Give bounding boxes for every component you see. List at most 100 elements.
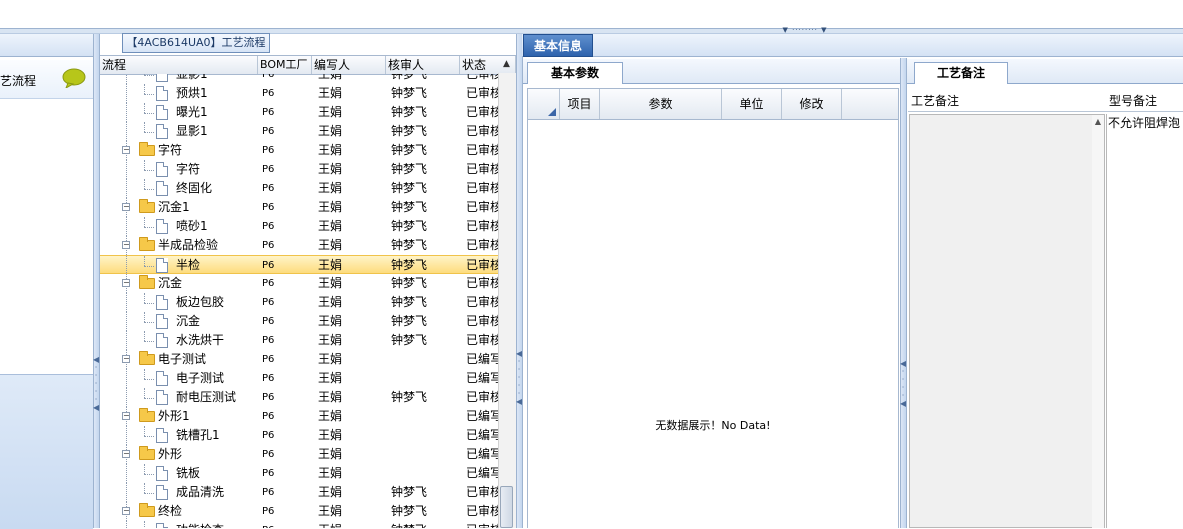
model-remark-input[interactable] [1106,114,1183,528]
tree-collapse-icon[interactable]: − [122,146,130,154]
col-header-item[interactable]: 项目 [560,89,600,119]
tree-row-author: 王娟 [318,74,343,81]
tree-row-name: 耐电压测试 [176,390,237,404]
tree-row-bom: P6 [262,335,275,346]
col-header-author[interactable]: 编写人 [312,56,386,74]
tree-row-status: 已审核 [466,314,498,328]
tree-row-name: 字符 [176,162,201,176]
tree-row[interactable]: 半检 P6 王娟 钟梦飞 已审核 [100,255,498,275]
document-icon [156,485,168,500]
tree-row-bom: P6 [262,183,275,194]
tree-row[interactable]: 字符 P6 王娟 钟梦飞 已审核 [100,160,498,179]
tree-row-reviewer [391,350,459,369]
tree-row-bom: P6 [262,392,275,403]
tree-row[interactable]: − 外形 P6 王娟 已编写 [100,445,498,464]
tree-collapse-icon[interactable]: − [122,279,130,287]
tree-row-bom: P6 [262,297,275,308]
tree-row-status: 已审核 [466,124,498,138]
tree-row[interactable]: 水洗烘干 P6 王娟 钟梦飞 已审核 [100,331,498,350]
tree-collapse-icon[interactable]: − [122,412,130,420]
folder-icon [139,237,155,251]
tree-row-status: 已编写 [466,352,498,366]
process-remark-input[interactable] [909,114,1105,528]
document-icon [156,219,168,234]
tree-row[interactable]: − 沉金 P6 王娟 钟梦飞 已审核 [100,274,498,293]
tree-row[interactable]: 铣板 P6 王娟 已编写 [100,464,498,483]
tree-row-status: 已编写 [466,466,498,480]
remarks-divider [908,111,1183,112]
tree-collapse-icon[interactable]: − [122,241,130,249]
tree-row-name: 喷砂1 [176,219,208,233]
tree-collapse-icon[interactable]: − [122,203,130,211]
col-header-param[interactable]: 参数 [600,89,722,119]
tree-row-bom: P6 [262,468,275,479]
tree-row-name: 显影1 [176,74,208,81]
tree-row-status: 已审核 [466,74,498,81]
tree-row[interactable]: − 半成品检验 P6 王娟 钟梦飞 已审核 [100,236,498,255]
tree-row[interactable]: 沉金 P6 王娟 钟梦飞 已审核 [100,312,498,331]
tree-row-author: 王娟 [318,143,343,157]
tree-row-status: 已审核 [466,485,498,499]
splitter-grip-icon[interactable]: ◀ · · · · · ◀ [93,356,99,436]
tree-row[interactable]: − 外形1 P6 王娟 已编写 [100,407,498,426]
document-icon [156,295,168,310]
tree-row[interactable]: 板边包胶 P6 王娟 钟梦飞 已审核 [100,293,498,312]
tree-row-reviewer [391,369,459,388]
col-header-process[interactable]: 流程 [100,56,258,74]
tree-row-name: 电子测试 [158,352,207,366]
tree-row[interactable]: − 字符 P6 王娟 钟梦飞 已审核 [100,141,498,160]
folder-icon [139,446,155,460]
info-tabbar [522,34,1183,57]
tree-row[interactable]: 喷砂1 P6 王娟 钟梦飞 已审核 [100,217,498,236]
collapse-grip-icon[interactable]: ▼ ········ ▼ [772,27,838,34]
tree-row-bom: P6 [262,354,275,365]
tree-row-author: 王娟 [318,200,343,214]
tree-row[interactable]: 预烘1 P6 王娟 钟梦飞 已审核 [100,84,498,103]
tree-row[interactable]: 耐电压测试 P6 王娟 钟梦飞 已审核 [100,388,498,407]
nav-splitter[interactable] [93,34,100,528]
tree-row[interactable]: − 终检 P6 王娟 钟梦飞 已审核 [100,502,498,521]
tree-row[interactable]: 功能检查 P6 王娟 钟梦飞已审核 [100,521,498,528]
tree-collapse-icon[interactable]: − [122,355,130,363]
document-icon [156,466,168,481]
tree-scroll-thumb[interactable] [500,486,513,528]
tree-row[interactable]: 终固化 P6 王娟 钟梦飞 已审核 [100,179,498,198]
tree-row-author: 王娟 [318,371,343,385]
tree-row-status: 已审核 [466,86,498,100]
tree-row[interactable]: 显影1 P6 王娟 钟梦飞 已审核 [100,74,498,84]
tree-collapse-icon[interactable]: − [122,507,130,515]
tab-basic-info[interactable]: 基本信息 [523,34,593,57]
col-header-bom[interactable]: BOM工厂 [258,56,312,74]
tree-row[interactable]: 成品清洗 P6 王娟 钟梦飞 已审核 [100,483,498,502]
col-header-modify[interactable]: 修改 [782,89,842,119]
tree-row[interactable]: − 沉金1 P6 王娟 钟梦飞 已审核 [100,198,498,217]
tree-row[interactable]: 电子测试 P6 王娟 已编写 [100,369,498,388]
tree-row[interactable]: 曝光1 P6 王娟 钟梦飞 已审核 [100,103,498,122]
col-header-unit[interactable]: 单位 [722,89,782,119]
tree-row-bom: P6 [262,487,275,498]
tree-row-name: 终固化 [176,181,213,195]
nav-panel-header [0,34,93,57]
tree-row-bom: P6 [262,107,275,118]
document-icon [156,181,168,196]
tree-collapse-icon[interactable]: − [122,450,130,458]
document-icon [156,86,168,101]
tree-row-reviewer: 钟梦飞 [391,124,428,138]
tree-row-reviewer: 钟梦飞 [391,390,428,404]
document-icon [156,162,168,177]
tree-row-author: 王娟 [318,409,343,423]
tree-row-name: 水洗烘干 [176,333,225,347]
tree-row-author: 王娟 [318,485,343,499]
tree-scrollbar[interactable] [498,73,516,528]
tree-row[interactable]: 铣槽孔1 P6 王娟 已编写 [100,426,498,445]
col-header-reviewer[interactable]: 核审人 [386,56,460,74]
tree-row-status: 已审核 [466,521,498,528]
nav-item-label: 艺流程 [0,74,37,88]
scroll-up-icon[interactable]: ▲ [498,56,515,73]
tab-process-remarks[interactable]: 工艺备注 [914,62,1008,84]
tab-basic-params[interactable]: 基本参数 [527,62,623,84]
tree-row[interactable]: − 电子测试 P6 王娟 已编写 [100,350,498,369]
tree-row-reviewer: 钟梦飞 [391,86,428,100]
tree-row[interactable]: 显影1 P6 王娟 钟梦飞 已审核 [100,122,498,141]
remark-scrollbar[interactable]: ▲ [1092,115,1104,528]
